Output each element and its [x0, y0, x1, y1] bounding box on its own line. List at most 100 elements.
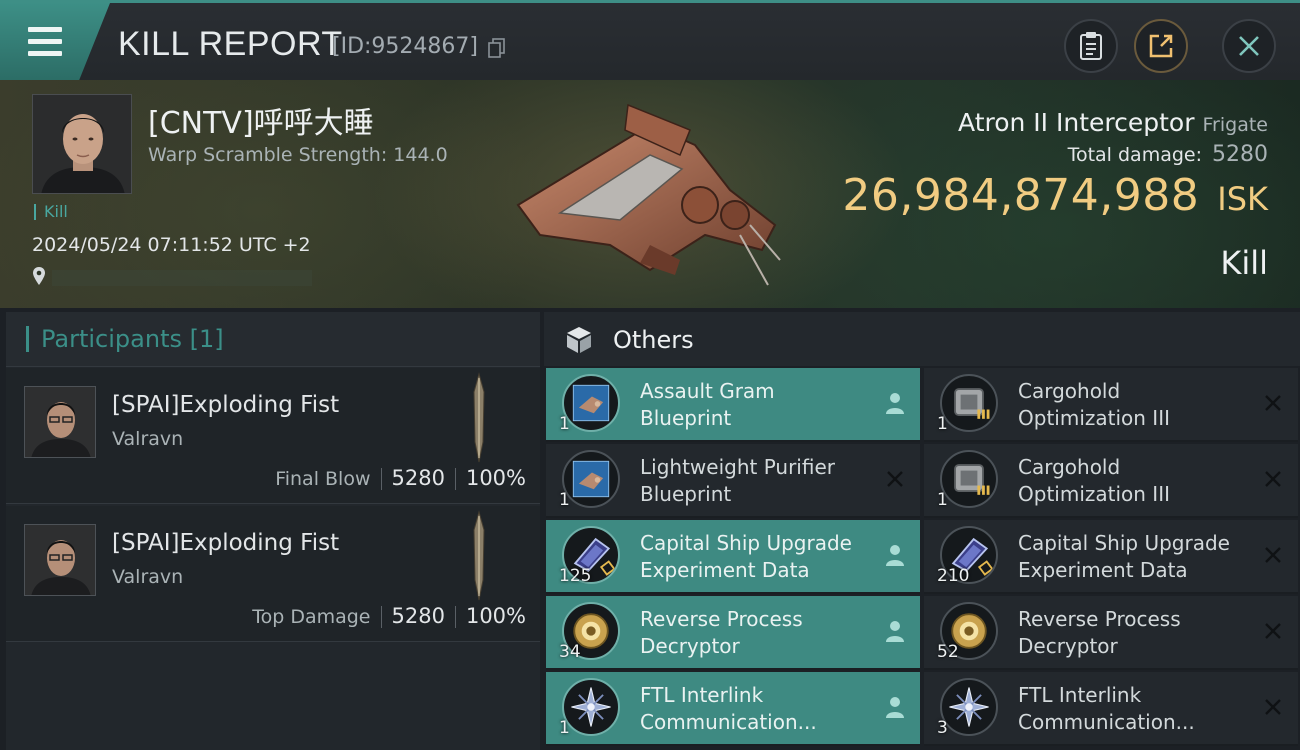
item-name: Lightweight Purifier Blueprint	[640, 454, 835, 508]
close-icon[interactable]	[1262, 695, 1284, 719]
item-name-line1: Cargohold	[1018, 379, 1121, 403]
person-icon[interactable]	[884, 391, 906, 415]
item-quantity: 1	[937, 490, 948, 510]
item-name-line2: Communication...	[640, 710, 817, 734]
divider	[454, 606, 456, 628]
divider	[454, 468, 456, 490]
ship-name[interactable]: Atron II Interceptor	[958, 108, 1194, 137]
item-name-line2: Optimization III	[1018, 482, 1170, 506]
warp-scramble-strength: Warp Scramble Strength: 144.0	[148, 144, 448, 166]
menu-button[interactable]	[0, 3, 110, 80]
isk-value: 26,984,874,988	[842, 170, 1200, 221]
loot-item[interactable]: 1 Assault Gram Blueprint	[546, 368, 920, 442]
close-icon[interactable]	[884, 467, 906, 491]
ship-icon	[473, 510, 485, 601]
isk-value-line: 26,984,874,988 ISK	[842, 170, 1268, 221]
warp-label: Warp Scramble Strength:	[148, 144, 388, 166]
timestamp: 2024/05/24 07:11:52 UTC +2	[32, 234, 311, 256]
blueprint-icon	[572, 384, 610, 422]
item-name: Capital Ship Upgrade Experiment Data	[640, 530, 852, 584]
participant-damage: 5280	[391, 466, 445, 490]
item-name-line1: Capital Ship Upgrade	[1018, 531, 1230, 555]
item-quantity: 125	[559, 566, 592, 586]
ship-class: Frigate	[1202, 114, 1268, 136]
item-quantity: 52	[937, 642, 959, 662]
close-icon[interactable]	[1262, 543, 1284, 567]
isk-unit: ISK	[1217, 180, 1268, 218]
victim-portrait[interactable]	[32, 94, 132, 194]
close-button[interactable]	[1222, 19, 1276, 73]
loot-item[interactable]: 210 Capital Ship Upgrade Experiment Data	[924, 520, 1298, 594]
participants-panel: Participants [1] [SPAI]Exploding Fist Va…	[6, 312, 540, 750]
person-icon[interactable]	[884, 695, 906, 719]
item-name: Reverse Process Decryptor	[1018, 606, 1181, 660]
loot-item[interactable]: 1 Cargohold Optimization III	[924, 444, 1298, 518]
clipboard-button[interactable]	[1064, 19, 1118, 73]
copy-icon[interactable]	[488, 38, 506, 58]
item-name-line1: Capital Ship Upgrade	[640, 531, 852, 555]
loot-item[interactable]: 34 Reverse Process Decryptor	[546, 596, 920, 670]
item-quantity: 34	[559, 642, 581, 662]
item-name-line1: FTL Interlink	[640, 683, 764, 707]
participant-percent: 100%	[465, 466, 526, 490]
participant-avatar[interactable]	[24, 386, 96, 458]
loot-item[interactable]: 3 FTL Interlink Communication...	[924, 672, 1298, 746]
participant-role: Final Blow	[275, 468, 371, 490]
close-icon	[1239, 36, 1259, 56]
loot-item[interactable]: 52 Reverse Process Decryptor	[924, 596, 1298, 670]
loot-item[interactable]: 1 Lightweight Purifier Blueprint	[546, 444, 920, 518]
person-icon[interactable]	[884, 543, 906, 567]
participant-ship: Valravn	[112, 428, 184, 450]
others-title: Others	[613, 326, 694, 354]
item-name-line2: Decryptor	[640, 634, 740, 658]
warp-value: 144.0	[393, 144, 448, 166]
avatar	[25, 387, 95, 457]
close-icon[interactable]	[1262, 391, 1284, 415]
item-name-line2: Experiment Data	[640, 558, 810, 582]
close-icon[interactable]	[1262, 619, 1284, 643]
item-name: Reverse Process Decryptor	[640, 606, 803, 660]
loot-item[interactable]: 1 FTL Interlink Communication...	[546, 672, 920, 746]
ship-render-image	[516, 103, 781, 286]
loot-item[interactable]: 125 Capital Ship Upgrade Experiment Data	[546, 520, 920, 594]
others-header: Others	[544, 312, 1300, 366]
top-bar: KILL REPORT [ID:9524867]	[0, 0, 1300, 80]
participant-stats: Top Damage 5280 100%	[252, 604, 526, 628]
total-damage-label: Total damage:	[1067, 144, 1202, 166]
item-name: Capital Ship Upgrade Experiment Data	[1018, 530, 1230, 584]
person-icon[interactable]	[884, 619, 906, 643]
participant-row[interactable]: [SPAI]Exploding Fist Valravn Top Damage 5…	[6, 506, 540, 642]
item-icon-frame	[940, 374, 998, 432]
others-panel: Others 1 Assault Gram Blueprint 1 Cargohold O…	[544, 312, 1300, 750]
item-name-line2: Blueprint	[640, 482, 732, 506]
victim-name[interactable]: [CNTV]呼呼大睡	[148, 98, 374, 142]
total-damage-value: 5280	[1212, 142, 1268, 167]
item-name-line1: Reverse Process	[640, 607, 803, 631]
item-name: Cargohold Optimization III	[1018, 378, 1170, 432]
close-icon[interactable]	[1262, 467, 1284, 491]
participant-name[interactable]: [SPAI]Exploding Fist	[112, 530, 339, 556]
blueprint-icon	[572, 460, 610, 498]
item-quantity: 210	[937, 566, 970, 586]
item-quantity: 1	[559, 414, 570, 434]
hamburger-icon	[28, 27, 62, 32]
item-name-line2: Optimization III	[1018, 406, 1170, 430]
item-icon-frame	[940, 678, 998, 736]
participant-name[interactable]: [SPAI]Exploding Fist	[112, 392, 339, 418]
ftl-interlink-icon	[948, 686, 990, 728]
participant-avatar[interactable]	[24, 524, 96, 596]
total-damage: Total damage: 5280	[1068, 142, 1268, 167]
item-quantity: 1	[559, 490, 570, 510]
hamburger-icon-line	[28, 39, 62, 44]
item-quantity: 3	[937, 718, 948, 738]
cargohold-rig-icon	[954, 464, 991, 496]
location-pin-icon	[33, 267, 45, 285]
participant-row[interactable]: [SPAI]Exploding Fist Valravn Final Blow 5…	[6, 368, 540, 504]
location-redacted	[52, 270, 312, 286]
avatar	[33, 95, 131, 193]
avatar	[25, 525, 95, 595]
share-button[interactable]	[1134, 19, 1188, 73]
item-name: Cargohold Optimization III	[1018, 454, 1170, 508]
item-name-line1: Assault Gram	[640, 379, 775, 403]
loot-item[interactable]: 1 Cargohold Optimization III	[924, 368, 1298, 442]
